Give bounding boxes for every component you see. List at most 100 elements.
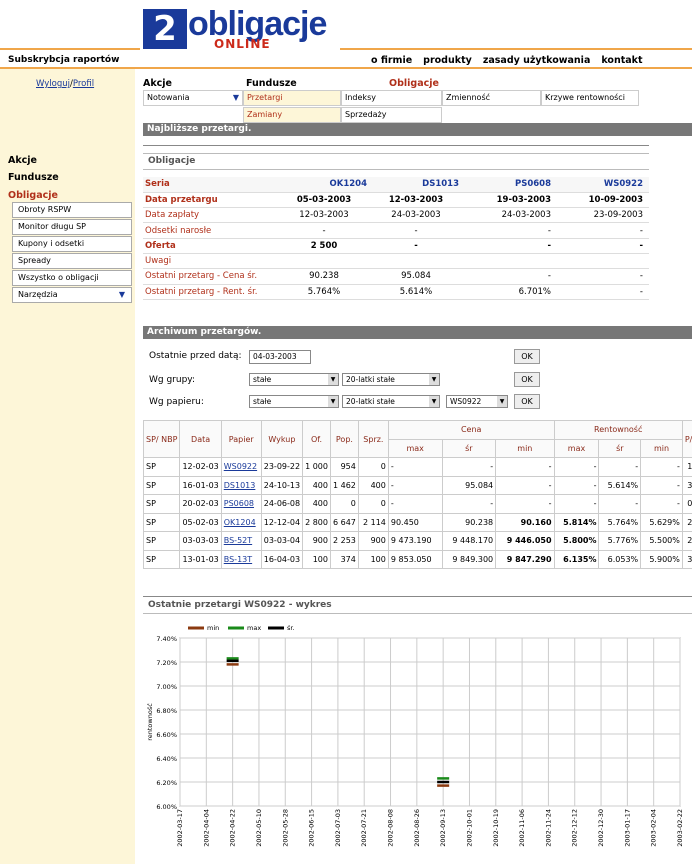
subnav-zmiennosc[interactable]: Zmienność [442,90,541,106]
table-cell: 12-12-04 [260,512,304,532]
paper-group-select[interactable]: stałe ▼ [249,395,339,408]
group-value: stałe [253,375,272,384]
subnav-indeksy[interactable]: Indeksy [341,90,442,106]
table-cell [557,253,649,270]
table-cell: 9 849.300 [441,549,497,569]
table-cell: - [640,475,683,495]
sidebar-item-spready[interactable]: Spready [12,253,132,269]
sidebar-item-wszystko[interactable]: Wszystko o obligacji [12,270,132,286]
nav-zasady[interactable]: zasady użytkowania [483,55,591,66]
subnav-zamiany[interactable]: Zamiany [243,107,341,123]
row-label: Data przetargu [143,192,281,209]
sidebar-fundusze[interactable]: Fundusze [8,172,59,183]
top-nav: o firmie produkty zasady użytkowania kontak… [371,55,654,66]
column-header: SP/ NBP [143,420,181,458]
table-cell: - [557,268,649,285]
column-header: Wykup [260,420,304,458]
ok-button[interactable]: OK [514,394,540,409]
table-cell: 12-02-03 [179,457,222,477]
tab-akcje[interactable]: Akcje [143,78,172,89]
chevron-down-icon: ▼ [328,396,338,407]
table-cell: 13-01-03 [179,549,222,569]
paper-link[interactable]: BS-52T [220,531,262,551]
sidebar-item-kupony[interactable]: Kupony i odsetki [12,236,132,252]
sidebar-obligacje[interactable]: Obligacje [8,190,58,201]
table-cell: 90.160 [495,512,555,532]
x-tick-label: 2002-12-12 [571,809,579,847]
table-row: SP 05-02-03 OK1204 12-12-04 2 800 6 647 2 114 9… [143,512,692,532]
table-cell: 0 [329,494,359,514]
table-cell: - [387,457,443,477]
sidebar-item-obroty[interactable]: Obroty RSPW [12,202,132,218]
subnav-przetargi[interactable]: Przetargi [243,90,341,106]
table-cell: SP [143,457,181,477]
subgroup-value: 20-latki stałe [346,375,395,384]
notowania-label: Notowania [147,93,190,102]
ok-button[interactable]: OK [514,349,540,364]
paper-link[interactable]: WS0922 [220,457,262,477]
table-cell: - [373,238,465,254]
table-cell [373,253,465,270]
sidebar-item-narzedzia[interactable]: Narzędzia ▼ [12,287,132,303]
table-cell: 5.629% [640,512,683,532]
tab-obligacje[interactable]: Obligacje [389,78,439,89]
x-tick-label: 2002-04-22 [229,809,237,847]
subgroup-select[interactable]: 20-latki stałe ▼ [342,373,440,386]
paper-link[interactable]: BS-13T [220,549,262,569]
table-cell: - [557,284,649,300]
section-header: Najbliższe przetargi. [143,123,692,136]
x-tick-label: 2003-02-04 [650,809,658,847]
subnav-krzywe[interactable]: Krzywe rentowności [541,90,639,106]
y-tick-label: 7.00% [156,683,177,691]
nav-kontakt[interactable]: kontakt [601,55,642,66]
table-cell: - [598,494,642,514]
table-cell: 9 473.190 [387,531,443,551]
profile-link[interactable]: Profil [73,79,94,89]
table-cell: 900 [357,531,389,551]
ok-button[interactable]: OK [514,372,540,387]
subnav-notowania[interactable]: Notowania ▼ [143,90,243,106]
sidebar-item-monitor[interactable]: Monitor długu SP [12,219,132,235]
table-row: Data zapłaty 12-03-2003 24-03-2003 24-03-20… [143,207,649,224]
paper-link[interactable]: OK1204 [220,512,262,532]
row-label: Uwagi [143,253,281,270]
group-select[interactable]: stałe ▼ [249,373,339,386]
x-tick-label: 2002-05-10 [255,809,263,847]
sidebar-akcje[interactable]: Akcje [8,155,37,166]
paper-link[interactable]: DS1013 [220,475,262,495]
table-cell: - [465,222,557,239]
legend-label: min [207,624,219,632]
table-row: Oferta 2 500- - - [143,238,649,254]
subscription-link[interactable]: Subskrybcja raportów [8,55,119,65]
table-cell: 5.614% [598,475,642,495]
column-header: P/ S [681,420,692,458]
account-links: Wyloguj/Profil [36,79,94,89]
chart-title: Ostatnie przetargi WS0922 - wykres [143,598,692,614]
paper-select[interactable]: WS0922 ▼ [446,395,508,408]
table-cell: - [553,475,600,495]
tab-fundusze[interactable]: Fundusze [246,78,297,89]
x-tick-label: 2002-06-15 [308,809,316,847]
nav-produkty[interactable]: produkty [423,55,472,66]
table-cell: 05-03-2003 [281,192,373,209]
paper-link[interactable]: PS0608 [220,494,262,514]
divider [143,596,692,597]
table-cell: 0 [357,494,389,514]
column-header: Pop. [329,420,359,458]
subnav-sprzedazy[interactable]: Sprzedaży [341,107,442,123]
x-tick-label: 2002-04-04 [202,809,210,847]
series-header: DS1013 [373,177,465,193]
table-cell: 24-10-13 [260,475,304,495]
logout-link[interactable]: Wyloguj [36,79,70,89]
table-cell: 90.238 [441,512,497,532]
nav-firma[interactable]: o firmie [371,55,412,66]
date-input[interactable]: 04-03-2003 [249,350,311,364]
archive-table-wrap: SP/ NBP Data Papier Wykup Of. Pop. Sprz. Cena Re… [143,420,692,582]
paper-subgroup-value: 20-latki stałe [346,397,395,406]
table-row: Ostatni przetarg - Cena śr. 90.238 95.084-… [143,268,649,285]
x-tick-label: 2003-01-17 [623,809,631,847]
paper-subgroup-select[interactable]: 20-latki stałe ▼ [342,395,440,408]
table-row: SP 12-02-03 WS0922 23-09-22 1 000 954 0- - - - - -1… [143,457,692,477]
divider [340,48,692,50]
legend-label: max [247,624,261,632]
